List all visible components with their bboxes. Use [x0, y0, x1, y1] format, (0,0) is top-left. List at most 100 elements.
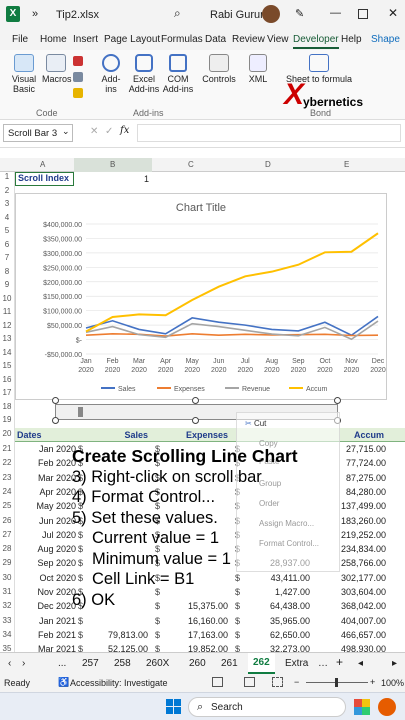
search-icon[interactable]: ⌕	[174, 6, 181, 21]
cell-date[interactable]: Sep 2020	[36, 558, 76, 568]
row-header[interactable]: 21	[0, 444, 14, 453]
cell-accum[interactable]: 368,042.00	[338, 601, 386, 611]
cell-accum[interactable]: 183,260.00	[338, 516, 386, 526]
avatar[interactable]	[262, 5, 280, 23]
cell-date[interactable]: Mar 2020	[36, 473, 76, 483]
tab-view[interactable]: View	[267, 34, 289, 45]
cell-accum[interactable]: 303,604.00	[338, 587, 386, 597]
com-add-ins-button[interactable]: COM Add-ins	[162, 54, 194, 94]
column-header-d[interactable]: D	[265, 160, 271, 169]
pen-icon[interactable]: ✎	[295, 7, 304, 20]
column-header-b[interactable]: B	[110, 160, 115, 169]
cell-accum[interactable]: 77,724.00	[338, 458, 386, 468]
row-header[interactable]: 31	[0, 587, 14, 596]
enter-icon[interactable]: ✓	[105, 126, 113, 137]
cell-date[interactable]: Jan 2021	[36, 616, 76, 626]
tab-data[interactable]: Data	[205, 34, 226, 45]
tab-home[interactable]: Home	[40, 34, 67, 45]
cell-accum[interactable]: 84,280.00	[338, 487, 386, 497]
row-header[interactable]: 12	[0, 321, 14, 330]
column-header-e[interactable]: E	[344, 160, 349, 169]
cell-date[interactable]: Feb 2020	[36, 458, 76, 468]
cell-expenses[interactable]: 16,160.00	[170, 616, 228, 626]
row-header[interactable]: 2	[0, 186, 14, 195]
sheet-tab-262[interactable]: 262	[248, 653, 275, 674]
cell-accum[interactable]: 234,834.00	[338, 544, 386, 554]
minimize-icon[interactable]: —	[330, 7, 341, 19]
row-header[interactable]: 25	[0, 501, 14, 510]
cell-date[interactable]: Mar 2021	[36, 644, 76, 652]
row-header[interactable]: 18	[0, 402, 14, 411]
tab-insert[interactable]: Insert	[73, 34, 98, 45]
cell-date[interactable]: Nov 2020	[36, 587, 76, 597]
row-header[interactable]: 9	[0, 280, 14, 289]
cell-revenue[interactable]: 62,650.00	[255, 630, 310, 640]
cell-date[interactable]: Oct 2020	[36, 573, 76, 583]
controls-button[interactable]: Controls	[200, 54, 238, 84]
line-chart[interactable]: Chart Title $400,000.00 $350,000.00 $300,00…	[15, 193, 387, 400]
cell-date[interactable]: Aug 2020	[36, 544, 76, 554]
row-header[interactable]: 20	[0, 429, 14, 438]
xml-button[interactable]: XML	[244, 54, 272, 84]
add-sheet-icon[interactable]: +	[336, 655, 343, 669]
column-header-a[interactable]: A	[40, 160, 45, 169]
cell-b1[interactable]: 1	[75, 174, 149, 184]
cell-date[interactable]: Feb 2021	[36, 630, 76, 640]
sheet-tab-257[interactable]: 257	[82, 658, 99, 669]
row-header[interactable]: 11	[0, 307, 14, 316]
cell-expenses[interactable]: 19,852.00	[170, 644, 228, 652]
cell-accum[interactable]: 219,252.00	[338, 530, 386, 540]
scroll-thumb[interactable]	[78, 407, 83, 417]
cell-revenue[interactable]: 35,965.00	[255, 616, 310, 626]
cell-accum[interactable]: 404,007.00	[338, 616, 386, 626]
row-header[interactable]: 5	[0, 226, 14, 235]
cell-accum[interactable]: 498,930.00	[338, 644, 386, 652]
resize-handle[interactable]	[192, 397, 199, 404]
cell-accum[interactable]: 258,766.00	[338, 558, 386, 568]
cell-a1[interactable]: Scroll Index	[15, 172, 74, 186]
row-header[interactable]: 23	[0, 473, 14, 482]
quick-access-chevron[interactable]: »	[32, 8, 38, 20]
header-expenses[interactable]: Expenses	[180, 430, 228, 440]
add-ins-button[interactable]: Add-ins	[96, 54, 126, 94]
cell-date[interactable]: Jun 2020	[36, 516, 76, 526]
browser-icon[interactable]	[378, 698, 396, 716]
sheet-tab-261[interactable]: 261	[221, 658, 238, 669]
more-tabs-icon[interactable]: …	[318, 658, 328, 669]
header-dates[interactable]: Dates	[17, 430, 42, 440]
row-header[interactable]: 22	[0, 458, 14, 467]
excel-add-ins-button[interactable]: Excel Add-ins	[128, 54, 160, 94]
cell-accum[interactable]: 87,275.00	[338, 473, 386, 483]
row-header[interactable]: 8	[0, 267, 14, 276]
normal-view-icon[interactable]	[212, 677, 223, 687]
row-header[interactable]: 35	[0, 644, 14, 652]
maximize-icon[interactable]	[358, 9, 368, 19]
row-header[interactable]: 14	[0, 348, 14, 357]
tab-shape[interactable]: Shape	[371, 34, 400, 45]
cell-accum[interactable]: 137,499.00	[338, 501, 386, 511]
page-layout-icon[interactable]	[244, 677, 255, 687]
resize-handle[interactable]	[52, 417, 59, 424]
tab-scroll-left-icon[interactable]: ◂	[358, 658, 363, 669]
cancel-icon[interactable]: ✕	[90, 126, 98, 137]
row-header[interactable]: 7	[0, 253, 14, 262]
sheet-tab-260x[interactable]: 260X	[146, 658, 169, 669]
row-header[interactable]: 16	[0, 375, 14, 384]
cell-expenses[interactable]: 17,163.00	[170, 630, 228, 640]
sheet-tab-258[interactable]: 258	[114, 658, 131, 669]
cell-accum[interactable]: 27,715.00	[338, 444, 386, 454]
cell-sales[interactable]: 52,125.00	[90, 644, 148, 652]
formula-input[interactable]	[137, 124, 401, 142]
cell-date[interactable]: Apr 2020	[36, 487, 76, 497]
cell-accum[interactable]: 302,177.00	[338, 573, 386, 583]
cell-date[interactable]: Dec 2020	[36, 601, 76, 611]
header-accum[interactable]: Accum	[340, 430, 384, 440]
cell-date[interactable]: Jul 2020	[36, 530, 76, 540]
color-app-icon[interactable]	[352, 697, 372, 717]
windows-start-icon[interactable]	[166, 699, 182, 715]
macro-security-icon[interactable]	[73, 88, 83, 98]
row-header[interactable]: 6	[0, 240, 14, 249]
row-header[interactable]: 15	[0, 361, 14, 370]
close-icon[interactable]: ✕	[388, 6, 398, 20]
row-header[interactable]: 10	[0, 294, 14, 303]
